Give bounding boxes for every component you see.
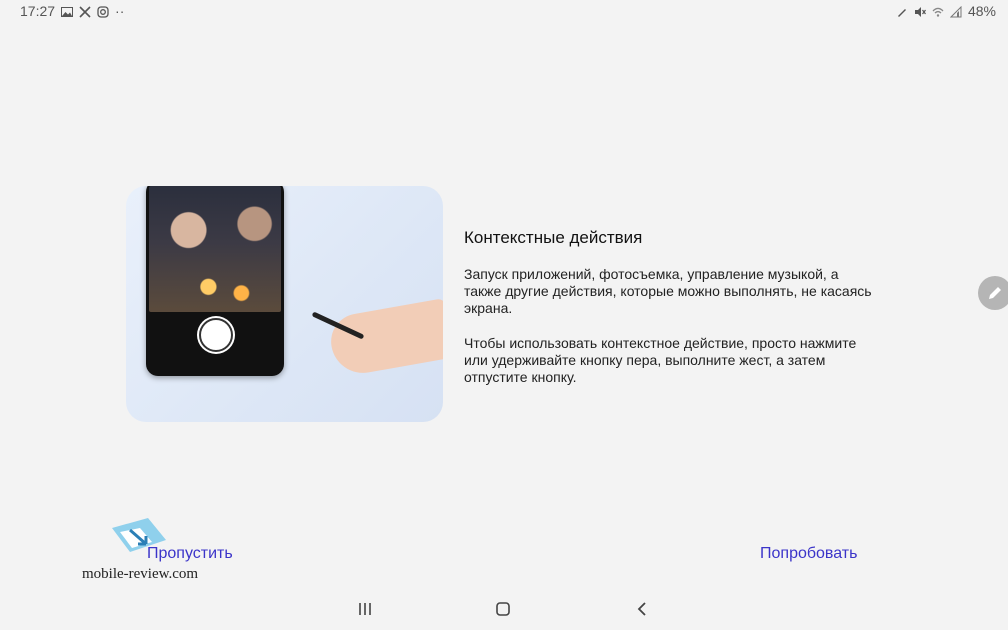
wifi-icon: [932, 5, 944, 17]
home-icon: [496, 602, 510, 616]
gallery-icon: [61, 5, 74, 17]
status-dots: ··: [115, 3, 125, 19]
recent-apps-icon: [359, 603, 371, 615]
recent-apps-button[interactable]: [350, 594, 380, 624]
pen-icon: [896, 5, 908, 17]
mute-icon: [914, 5, 926, 17]
back-button[interactable]: [627, 594, 657, 624]
status-bar: 17:27 ·· 48%: [0, 0, 1008, 22]
battery-level: 48%: [967, 3, 996, 19]
try-button[interactable]: Попробовать: [760, 545, 857, 563]
status-time: 17:27: [20, 3, 56, 19]
hand-illustration: [326, 298, 443, 378]
illustration-card: [126, 186, 443, 422]
pencil-icon: [989, 287, 1001, 299]
floating-pen-button[interactable]: [978, 276, 1008, 310]
description-paragraph-1: Запуск приложений, фотосъемка, управлени…: [464, 266, 872, 316]
watermark-text: mobile-review.com: [82, 566, 199, 582]
camera-preview-image: [149, 186, 281, 312]
home-button[interactable]: [488, 594, 518, 624]
phone-illustration: [146, 186, 284, 376]
back-icon: [637, 602, 646, 616]
watermark-logo-icon: [112, 518, 166, 552]
status-left: 17:27 ··: [20, 3, 124, 19]
signal-icon: [949, 5, 962, 18]
shutter-button-illustration: [199, 318, 233, 352]
status-right: 48%: [896, 3, 996, 19]
watermark: mobile-review.com: [82, 518, 222, 582]
instagram-icon: [97, 5, 109, 18]
missed-call-icon: [79, 5, 91, 18]
page-title: Контекстные действия: [464, 228, 643, 247]
navigation-bar: [0, 594, 1008, 624]
description-paragraph-2: Чтобы использовать контекстное действие,…: [464, 335, 857, 385]
